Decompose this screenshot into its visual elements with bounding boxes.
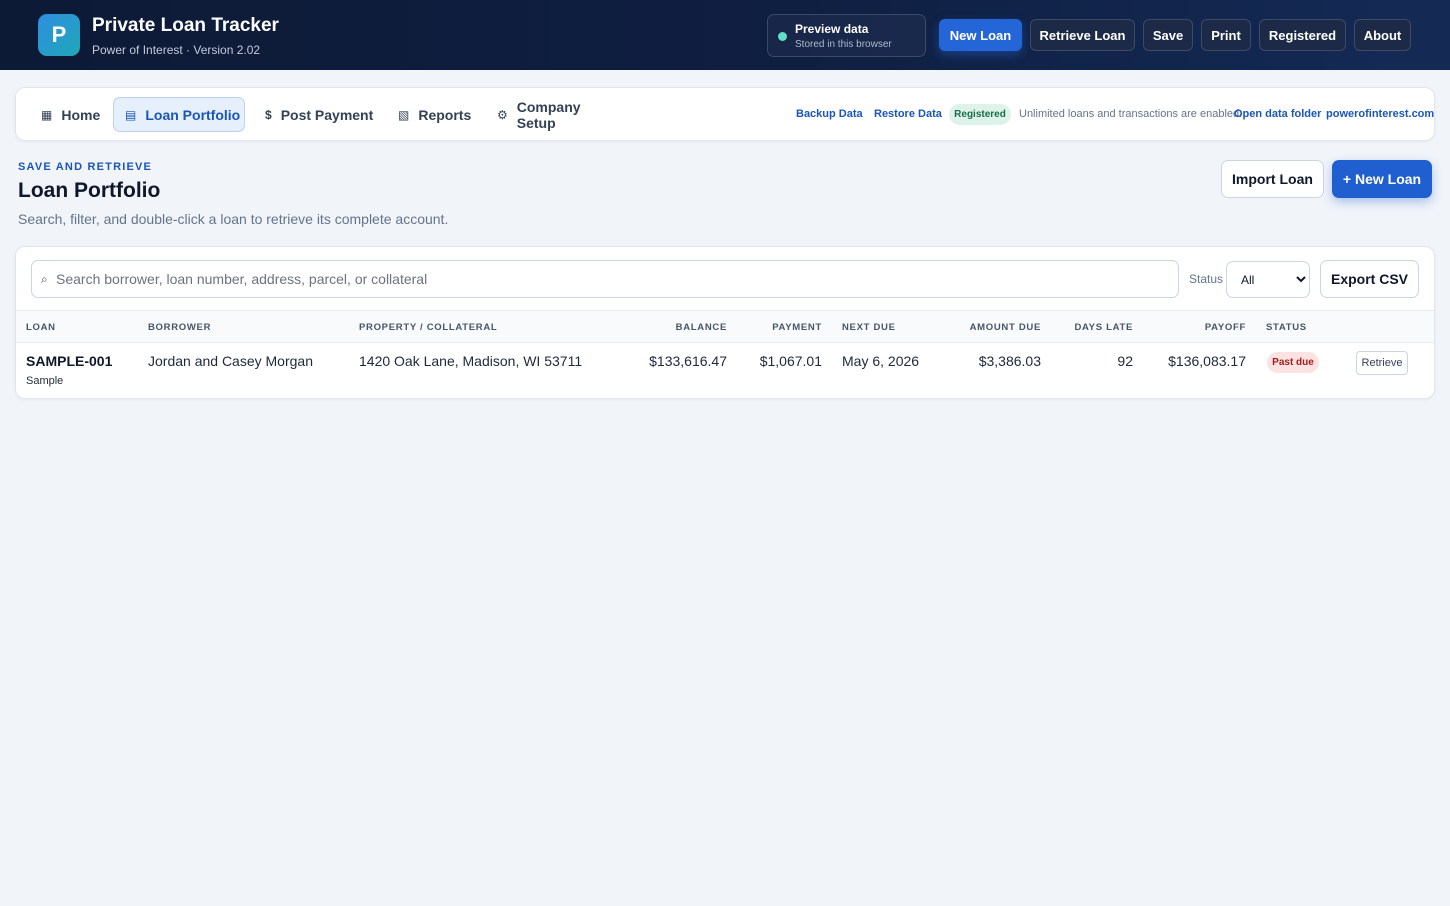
borrower-name: Jordan and Casey Morgan — [148, 353, 313, 369]
retrieve-button[interactable]: Retrieve — [1356, 351, 1408, 375]
import-loan-button[interactable]: Import Loan — [1221, 160, 1324, 198]
registered-badge: Registered — [949, 104, 1011, 125]
app-subtitle: Power of Interest · Version 2.02 — [92, 43, 261, 57]
table-header: LOAN BORROWER PROPERTY / COLLATERAL BALA… — [16, 310, 1434, 343]
payoff-value: $136,083.17 — [1168, 353, 1246, 369]
column-header-amount-due: AMOUNT DUE — [969, 322, 1041, 333]
next-due-value: May 6, 2026 — [842, 353, 920, 369]
reports-icon: ▧ — [398, 107, 410, 122]
license-note: Unlimited loans and transactions are ena… — [1019, 108, 1243, 120]
dollar-icon: $ — [265, 107, 272, 122]
tab-label: Company Setup — [516, 98, 581, 131]
main-nav: ▦ Home ▤ Loan Portfolio $ Post Payment ▧… — [15, 87, 1435, 141]
new-loan-button[interactable]: New Loan — [939, 19, 1022, 51]
preview-data-indicator: Preview data Stored in this browser — [767, 14, 926, 57]
restore-data-link[interactable]: Restore Data — [874, 108, 942, 120]
column-header-days-late: DAYS LATE — [1074, 322, 1133, 333]
column-header-next-due: NEXT DUE — [842, 322, 896, 333]
portfolio-icon: ▤ — [125, 107, 137, 122]
website-link[interactable]: powerofinterest.com — [1326, 108, 1434, 120]
tab-label: Home — [61, 106, 101, 123]
property-address: 1420 Oak Lane, Madison, WI 53711 — [359, 353, 583, 369]
balance-value: $133,616.47 — [649, 353, 727, 369]
app-logo: P — [38, 14, 80, 56]
column-header-balance: BALANCE — [675, 322, 727, 333]
column-header-status: STATUS — [1266, 322, 1307, 333]
preview-subtitle: Stored in this browser — [795, 39, 892, 50]
gear-icon: ⚙ — [497, 107, 508, 122]
search-icon: ⌕ — [41, 272, 48, 286]
preview-title: Preview data — [795, 22, 869, 36]
home-icon: ▦ — [41, 107, 53, 122]
table-row[interactable]: SAMPLE-001 Sample Jordan and Casey Morga… — [16, 343, 1434, 398]
tab-company-setup[interactable]: ⚙ Company Setup — [486, 97, 621, 132]
open-data-folder-link[interactable]: Open data folder — [1234, 108, 1321, 120]
column-header-payoff: PAYOFF — [1204, 322, 1246, 333]
status-badge: Past due — [1267, 352, 1319, 373]
days-late-value: 92 — [1117, 353, 1133, 369]
search-box: ⌕ — [31, 260, 1179, 298]
tab-reports[interactable]: ▧ Reports — [387, 97, 477, 132]
loan-portfolio-table: ⌕ Status All Export CSV LOAN BORROWER PR… — [15, 246, 1435, 399]
status-filter-label: Status — [1189, 272, 1224, 286]
tab-label: Reports — [418, 106, 472, 123]
column-header-property: PROPERTY / COLLATERAL — [359, 322, 498, 333]
column-header-borrower: BORROWER — [148, 322, 212, 333]
section-eyebrow: SAVE AND RETRIEVE — [18, 161, 153, 173]
registered-button[interactable]: Registered — [1259, 19, 1346, 51]
page-description: Search, filter, and double-click a loan … — [18, 211, 449, 227]
loan-tag: Sample — [26, 375, 64, 387]
app-header: P Private Loan Tracker Power of Interest… — [0, 0, 1450, 70]
export-csv-button[interactable]: Export CSV — [1320, 260, 1419, 298]
add-loan-button[interactable]: + New Loan — [1332, 160, 1432, 198]
tab-loan-portfolio[interactable]: ▤ Loan Portfolio — [113, 97, 245, 132]
search-input[interactable] — [56, 261, 1166, 297]
page-title: Loan Portfolio — [18, 179, 161, 202]
tab-label: Loan Portfolio — [145, 106, 241, 123]
status-dot-icon — [778, 32, 787, 41]
tab-label: Post Payment — [280, 106, 374, 123]
about-button[interactable]: About — [1354, 19, 1411, 51]
amount-due-value: $3,386.03 — [978, 353, 1041, 369]
backup-data-link[interactable]: Backup Data — [796, 108, 863, 120]
retrieve-loan-button[interactable]: Retrieve Loan — [1030, 19, 1135, 51]
status-filter-select[interactable]: All — [1226, 261, 1310, 298]
save-button[interactable]: Save — [1143, 19, 1193, 51]
tab-home[interactable]: ▦ Home — [30, 97, 126, 132]
column-header-loan: LOAN — [26, 322, 56, 333]
tab-post-payment[interactable]: $ Post Payment — [254, 97, 379, 132]
loan-number: SAMPLE-001 — [26, 353, 113, 369]
column-header-payment: PAYMENT — [772, 322, 822, 333]
payment-value: $1,067.01 — [759, 353, 822, 369]
print-button[interactable]: Print — [1201, 19, 1251, 51]
app-title: Private Loan Tracker — [92, 15, 279, 36]
